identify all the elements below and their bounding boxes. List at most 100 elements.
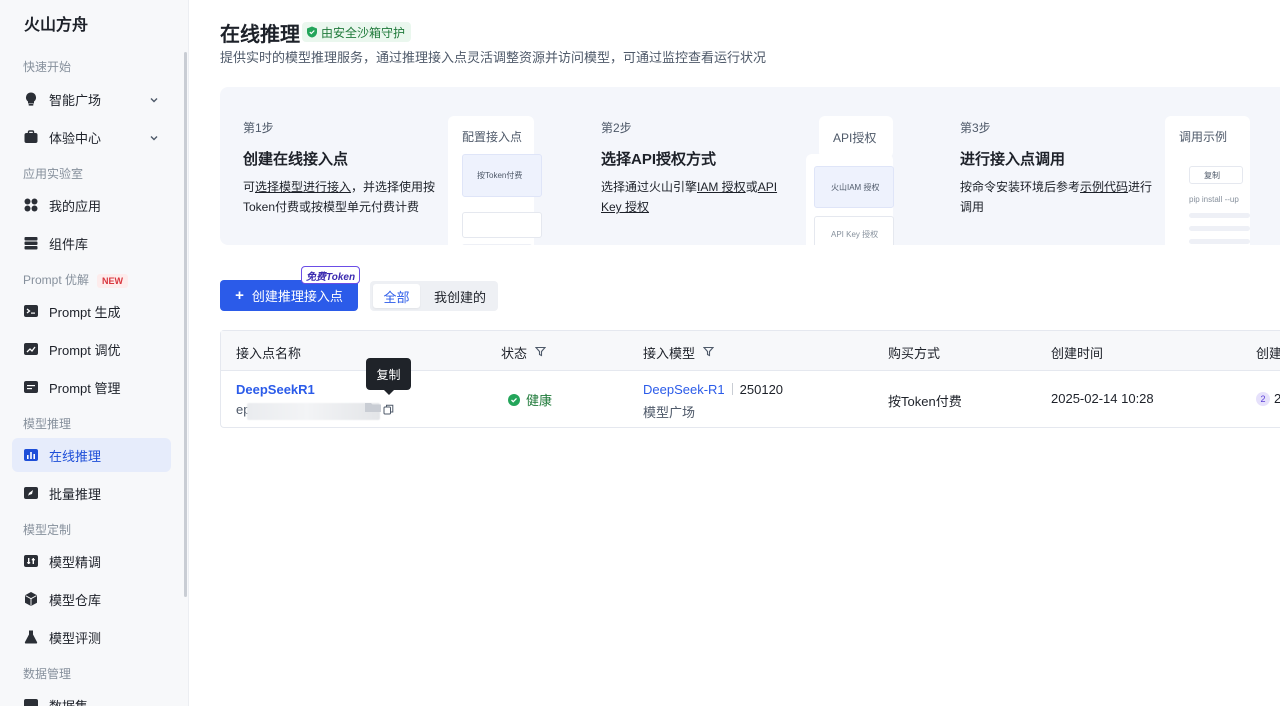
create-endpoint-button[interactable]: + 创建推理接入点 bbox=[220, 280, 358, 311]
sidebar-item-prompt-gen[interactable]: Prompt 生成 bbox=[12, 294, 171, 328]
sidebar-item-components[interactable]: 组件库 bbox=[12, 226, 171, 260]
plus-icon: + bbox=[235, 287, 244, 304]
step-1-title: 创建在线接入点 bbox=[243, 151, 349, 168]
sidebar-item-label: 数据集 bbox=[49, 698, 89, 706]
step-3-desc: 按命令安装环境后参考示例代码进行调用 bbox=[960, 177, 1160, 217]
iam-chip: 火山IAM 授权 bbox=[814, 166, 894, 208]
column-model-label: 接入模型 bbox=[643, 346, 696, 361]
column-status-label: 状态 bbox=[501, 346, 528, 361]
database-icon bbox=[23, 697, 39, 706]
sliders-icon bbox=[23, 553, 39, 569]
redacted-endpoint-id bbox=[247, 403, 380, 420]
rocket-icon bbox=[23, 485, 39, 501]
step-2-title: 选择API授权方式 bbox=[601, 151, 717, 168]
sidebar-item-online-inference[interactable]: 在线推理 bbox=[12, 438, 171, 472]
step-2-desc-or: 或 bbox=[745, 180, 758, 194]
column-billing: 购买方式 bbox=[888, 346, 941, 361]
page-subtitle: 提供实时的模型推理服务，通过推理接入点灵活调整资源并访问模型，可通过监控查看运行… bbox=[220, 50, 767, 65]
copy-chip: 复制 bbox=[1189, 166, 1243, 184]
section-model-custom: 模型定制 bbox=[23, 523, 72, 537]
avatar: 2 bbox=[1256, 392, 1270, 406]
endpoint-name-link[interactable]: DeepSeekR1 bbox=[236, 382, 315, 397]
brand-logo[interactable]: 火山方舟 bbox=[24, 11, 88, 35]
sidebar-item-label: 模型评测 bbox=[49, 630, 102, 646]
sidebar-item-label: Prompt 管理 bbox=[49, 380, 121, 396]
creator-value: 2 bbox=[1274, 391, 1280, 406]
status-label: 健康 bbox=[526, 393, 553, 408]
code-preview: pip install --up bbox=[1189, 195, 1239, 204]
sidebar-item-label: 体验中心 bbox=[49, 130, 102, 146]
code-line bbox=[1189, 226, 1250, 231]
column-model: 接入模型 bbox=[643, 343, 715, 362]
column-created: 创建时间 bbox=[1051, 346, 1104, 361]
chart-up-icon bbox=[23, 341, 39, 357]
section-quick-start: 快速开始 bbox=[23, 60, 72, 74]
sidebar-item-model-repo[interactable]: 模型仓库 bbox=[12, 582, 171, 616]
divider bbox=[731, 383, 733, 395]
sidebar-item-label: 组件库 bbox=[49, 236, 89, 252]
model-link[interactable]: DeepSeek-R1 bbox=[643, 382, 725, 397]
section-data-mgmt: 数据管理 bbox=[23, 667, 72, 681]
step-3-desc-text: 按命令安装环境后参考 bbox=[960, 180, 1081, 194]
created-time: 2025-02-14 10:28 bbox=[1051, 391, 1154, 406]
section-prompt: Prompt 优解 NEW bbox=[23, 271, 129, 288]
code-line bbox=[1189, 239, 1250, 244]
briefcase-icon bbox=[23, 129, 39, 145]
sidebar-item-label: 模型仓库 bbox=[49, 592, 102, 608]
filter-icon[interactable] bbox=[534, 345, 547, 360]
column-creator: 创建 bbox=[1256, 346, 1280, 361]
copy-icon[interactable] bbox=[383, 403, 394, 418]
column-name: 接入点名称 bbox=[236, 346, 302, 361]
step-2-number: 第2步 bbox=[601, 121, 632, 135]
step-2-card-title: API授权 bbox=[833, 131, 877, 145]
step-1-card-title: 配置接入点 bbox=[462, 130, 523, 144]
safe-sandbox-tag: 由安全沙箱守护 bbox=[302, 22, 412, 42]
step-2-desc: 选择通过火山引擎IAM 授权或API Key 授权 bbox=[601, 177, 796, 217]
steps-banner: 第1步 创建在线接入点 可选择模型进行接入，并选择使用按Token付费或按模型单… bbox=[220, 87, 1280, 245]
sidebar-item-my-apps[interactable]: 我的应用 bbox=[12, 188, 171, 222]
step-1-mini-line bbox=[462, 244, 532, 245]
sidebar-item-batch-inference[interactable]: 批量推理 bbox=[12, 476, 171, 510]
step-2-preview-card: 火山IAM 授权 API Key 授权 bbox=[806, 154, 894, 245]
section-model-inference: 模型推理 bbox=[23, 417, 72, 431]
terminal-icon bbox=[23, 303, 39, 319]
sidebar-item-label: Prompt 生成 bbox=[49, 304, 121, 320]
sidebar-item-prompt-mgmt[interactable]: Prompt 管理 bbox=[12, 370, 171, 404]
step-3-preview-card: 调用示例 复制 pip install --up bbox=[1165, 116, 1250, 245]
sample-code-link[interactable]: 示例代码 bbox=[1080, 180, 1128, 194]
new-badge: NEW bbox=[97, 274, 129, 288]
sidebar-item-label: 我的应用 bbox=[49, 198, 102, 214]
filter-icon[interactable] bbox=[702, 345, 715, 360]
chevron-down-icon bbox=[149, 93, 159, 108]
select-model-link[interactable]: 选择模型进行接入 bbox=[255, 180, 351, 194]
step-3-card-title: 调用示例 bbox=[1179, 130, 1228, 144]
copy-tooltip: 复制 bbox=[366, 358, 411, 395]
sidebar-item-label: Prompt 调优 bbox=[49, 342, 121, 358]
sidebar-item-fine-tune[interactable]: 模型精调 bbox=[12, 544, 171, 578]
sidebar-item-label: 智能广场 bbox=[49, 92, 102, 108]
sidebar-item-experience[interactable]: 体验中心 bbox=[12, 120, 171, 154]
section-app-lab: 应用实验室 bbox=[23, 167, 84, 181]
step-1-number: 第1步 bbox=[243, 121, 274, 135]
step-2-title-card: API授权 bbox=[819, 116, 893, 158]
sidebar-item-dataset[interactable]: 数据集 bbox=[12, 688, 171, 706]
step-1-preview-card: 配置接入点 按Token付费 bbox=[448, 116, 542, 245]
filter-all-tab[interactable]: 全部 bbox=[373, 284, 420, 308]
iam-auth-link[interactable]: IAM 授权 bbox=[697, 180, 746, 194]
chevron-down-icon bbox=[149, 131, 159, 146]
sidebar-item-prompt-tune[interactable]: Prompt 调优 bbox=[12, 332, 171, 366]
sidebar-item-square[interactable]: 智能广场 bbox=[12, 82, 171, 116]
filter-mine-tab[interactable]: 我创建的 bbox=[427, 284, 493, 308]
layers-icon bbox=[23, 235, 39, 251]
status-badge: 健康 bbox=[508, 390, 552, 409]
check-circle-icon bbox=[508, 393, 520, 406]
billing-value: 按Token付费 bbox=[888, 394, 962, 409]
apps-icon bbox=[23, 197, 39, 213]
sidebar-scrollbar[interactable] bbox=[184, 52, 187, 597]
model-cell: DeepSeek-R1 250120 bbox=[643, 382, 783, 397]
free-token-badge: 免费Token bbox=[301, 266, 361, 284]
sidebar-item-model-eval[interactable]: 模型评测 bbox=[12, 620, 171, 654]
sidebar-item-label: 批量推理 bbox=[49, 486, 102, 502]
step-3-number: 第3步 bbox=[960, 121, 991, 135]
create-endpoint-label: 创建推理接入点 bbox=[251, 289, 343, 304]
